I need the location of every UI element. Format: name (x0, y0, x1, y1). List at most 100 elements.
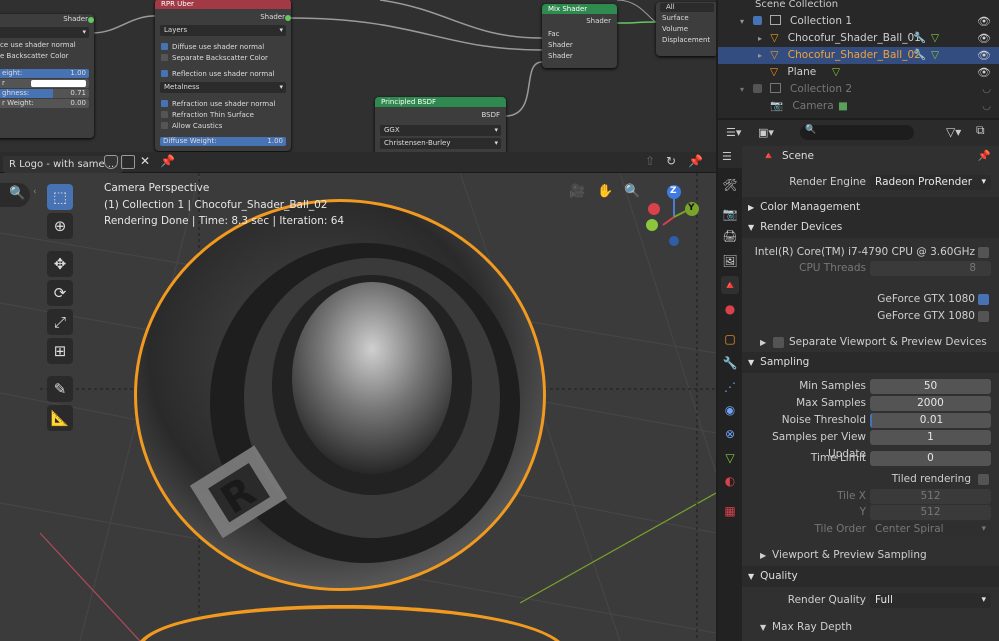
select-tool-icon[interactable]: ⬚ (47, 184, 73, 210)
quality-panel-header[interactable]: ▼ Quality (742, 566, 999, 587)
new-collection-icon[interactable]: ⧉ (976, 123, 985, 138)
zoom-icon[interactable]: 🔍 (624, 184, 644, 204)
checkbox-icon[interactable] (753, 84, 763, 93)
outliner-search-input[interactable]: 🔍 (800, 125, 914, 140)
separate-devices-subpanel[interactable]: ▶ Separate Viewport & Preview Devices (742, 334, 999, 351)
gpu2-device-row[interactable]: GeForce GTX 1080 (742, 308, 999, 325)
render-devices-panel-header[interactable]: ▼ Render Devices (742, 217, 999, 238)
refresh-icon[interactable]: ↻ (666, 154, 676, 168)
chevron-left-icon[interactable]: ‹ (33, 187, 37, 197)
rotate-tool-icon[interactable]: ⟳ (47, 280, 73, 306)
scene-collection-label[interactable]: Scene Collection (718, 0, 999, 13)
tool-tab-icon[interactable]: 🛠 (721, 176, 739, 194)
node-dropdown[interactable] (0, 27, 89, 38)
object-data-tab-icon[interactable]: ▽ (721, 449, 739, 467)
outliner-row[interactable]: ▸ ▽ Chocofur_Shader_Ball_01 🔧 ▽ 👁 (718, 30, 999, 47)
min-samples-field[interactable]: 50 (870, 379, 991, 394)
wrench-icon[interactable]: 🔧 (913, 47, 926, 64)
output-tab-icon[interactable]: 🖨 (721, 227, 739, 245)
node-mix-shader[interactable]: Mix Shader Shader Fac Shader Shader (542, 4, 617, 68)
close-icon[interactable]: ✕ (140, 154, 150, 168)
eye-closed-icon[interactable]: ◡ (982, 81, 991, 98)
eye-icon[interactable]: 👁 (977, 13, 991, 30)
particles-tab-icon[interactable]: ⋰ (721, 378, 739, 396)
node-material-output[interactable]: All Surface Volume Displacement (656, 2, 716, 56)
scale-tool-icon[interactable]: ⤢ (47, 309, 73, 335)
view-layer-tab-icon[interactable]: 🖼 (721, 252, 739, 270)
display-mode-icon[interactable]: ☰▾ (726, 126, 741, 139)
eye-closed-icon[interactable]: ◡ (982, 98, 991, 115)
transform-tool-icon[interactable]: ⊞ (47, 338, 73, 364)
node-check-row[interactable]: Separate Backscatter Color (155, 53, 291, 64)
node-color-bar[interactable]: r (0, 79, 89, 88)
zoom-icon[interactable]: 🔍 (0, 183, 30, 207)
node-editor[interactable]: Shader ce use shader normal e Backscatte… (0, 0, 716, 152)
world-tab-icon[interactable]: ● (721, 300, 739, 318)
node-check-row[interactable]: e Backscatter Color (0, 51, 94, 62)
node-check-row[interactable]: Allow Caustics (155, 121, 291, 132)
render-engine-dropdown[interactable]: Radeon ProRender (870, 175, 991, 190)
node-value-bar[interactable]: ghness: 0.71 (0, 89, 89, 98)
node-check-row[interactable]: ce use shader normal (0, 40, 94, 51)
annotate-tool-icon[interactable]: ✎ (47, 376, 73, 402)
samples-per-view-field[interactable]: 1 (870, 430, 991, 445)
eye-icon[interactable]: 👁 (977, 30, 991, 47)
cpu-checkbox[interactable] (978, 247, 989, 258)
node-check-row[interactable]: Refraction use shader normal (155, 99, 291, 110)
time-limit-field[interactable]: 0 (870, 451, 991, 466)
node-principled-bsdf[interactable]: Principled BSDF BSDF GGX Christensen-Bur… (375, 97, 506, 152)
material-tab-icon[interactable]: ◐ (721, 472, 739, 490)
shield-icon[interactable] (104, 155, 118, 169)
disclosure-icon[interactable]: ▾ (740, 85, 744, 94)
editor-type-icon[interactable]: ☰ (718, 146, 742, 168)
disclosure-icon[interactable]: ▸ (758, 51, 762, 60)
subsurface-dropdown[interactable]: Christensen-Burley (380, 138, 501, 149)
mesh-data-icon[interactable]: ▽ (931, 47, 939, 64)
disclosure-icon[interactable]: ▸ (758, 34, 762, 43)
outliner-row[interactable]: ▾ Collection 2 ◡ (718, 81, 999, 98)
scene-tab-icon[interactable]: 🔺 (721, 276, 739, 294)
eye-icon[interactable]: 👁 (977, 47, 991, 64)
physics-tab-icon[interactable]: ◉ (721, 401, 739, 419)
separate-devices-checkbox[interactable] (773, 337, 784, 348)
sampling-panel-header[interactable]: ▼ Sampling (742, 352, 999, 373)
constraints-tab-icon[interactable]: ⊗ (721, 425, 739, 443)
move-tool-icon[interactable]: ✥ (47, 251, 73, 277)
render-tab-icon[interactable]: 📷 (721, 205, 739, 223)
render-quality-dropdown[interactable]: Full (870, 593, 991, 608)
node-value-bar[interactable]: r Weight: 0.00 (0, 99, 89, 108)
upload-icon[interactable]: ⇧ (645, 154, 655, 168)
gpu2-checkbox[interactable] (978, 311, 989, 322)
camera-data-icon[interactable]: ■ (838, 98, 848, 115)
cursor-tool-icon[interactable]: ⊕ (47, 213, 73, 239)
metalness-dropdown[interactable]: Metalness (160, 82, 286, 93)
texture-tab-icon[interactable]: ▦ (721, 502, 739, 520)
distribution-dropdown[interactable]: GGX (380, 125, 501, 136)
camera-view-icon[interactable]: 🎥 (569, 184, 589, 204)
tile-x-field[interactable]: 512 (870, 489, 991, 504)
outliner-row[interactable]: ▽ Plane ▽ 👁 (718, 64, 999, 81)
node-check-row[interactable]: Reflection use shader normal (155, 69, 291, 80)
max-samples-field[interactable]: 2000 (870, 396, 991, 411)
eye-icon[interactable]: 👁 (977, 64, 991, 81)
output-target-dropdown[interactable]: All (660, 3, 714, 12)
color-management-panel-header[interactable]: ▶ Color Management (742, 197, 999, 218)
disclosure-icon[interactable]: ▾ (740, 17, 744, 26)
modifier-tab-icon[interactable]: 🔧 (721, 354, 739, 372)
duplicate-icon[interactable] (121, 155, 135, 169)
gpu1-device-row[interactable]: GeForce GTX 1080 (742, 291, 999, 308)
filter-icon[interactable]: ▽▾ (946, 125, 961, 139)
object-tab-icon[interactable]: ▢ (721, 330, 739, 348)
wrench-icon[interactable]: 🔧 (913, 30, 926, 47)
node-check-row[interactable]: Diffuse use shader normal (155, 42, 291, 53)
node-rpr-uber[interactable]: RPR Uber Shader Layers Diffuse use shade… (155, 0, 291, 151)
tiled-rendering-checkbox[interactable] (978, 474, 989, 485)
gizmo-y-label[interactable]: Y (688, 203, 695, 213)
node-check-row[interactable]: Refraction Thin Surface (155, 110, 291, 121)
gpu1-checkbox[interactable] (978, 294, 989, 305)
pan-hand-icon[interactable]: ✋ (597, 184, 617, 204)
gizmo-z-label[interactable]: Z (670, 186, 677, 196)
outliner-row[interactable]: ▸ ▽ Chocofur_Shader_Ball_02 🔧 ▽ 👁 (718, 47, 999, 64)
max-ray-depth-subpanel[interactable]: ▼ Max Ray Depth (742, 619, 999, 636)
view-icon[interactable]: ▣▾ (758, 126, 774, 139)
